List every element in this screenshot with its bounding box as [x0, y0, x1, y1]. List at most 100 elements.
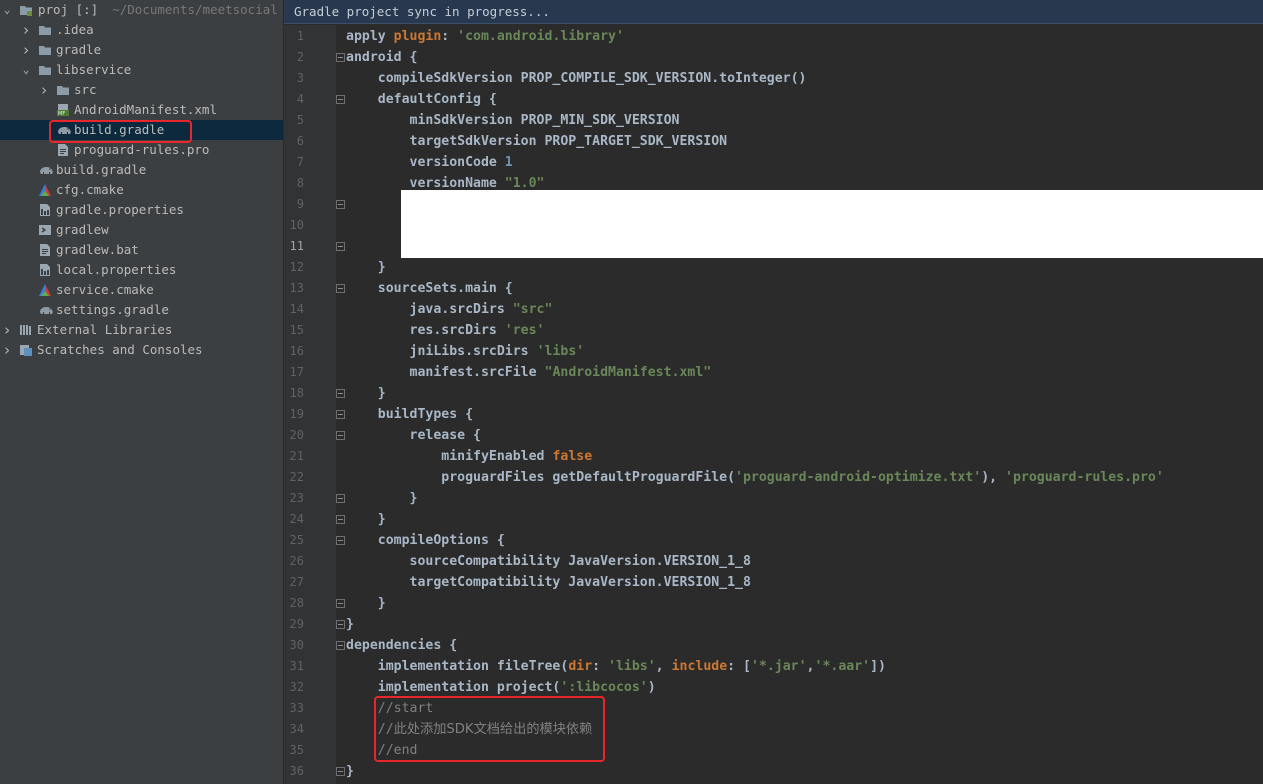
fold-marker-icon[interactable]: [336, 53, 345, 62]
fold-marker-icon[interactable]: [336, 431, 345, 440]
fold-marker-icon[interactable]: [336, 200, 345, 209]
code-line[interactable]: buildTypes {: [346, 404, 473, 425]
chevron-right-icon[interactable]: ›: [1, 340, 13, 360]
code-token: implementation project(: [346, 680, 561, 695]
code-line[interactable]: }: [346, 383, 386, 404]
code-token: }: [346, 491, 418, 506]
tree-item[interactable]: ⌄ libservice: [0, 60, 283, 80]
fold-marker-icon[interactable]: [336, 494, 345, 503]
code-line[interactable]: android {: [346, 47, 417, 68]
folder-icon: [38, 23, 52, 37]
code-token: }: [346, 386, 386, 401]
code-line[interactable]: dependencies {: [346, 635, 457, 656]
fold-marker-icon[interactable]: [336, 389, 345, 398]
tree-item[interactable]: › src: [0, 80, 283, 100]
code-token: dependencies {: [346, 638, 458, 653]
code-token: ]): [870, 659, 886, 674]
fold-marker-icon[interactable]: [336, 95, 345, 104]
code-line[interactable]: }: [346, 614, 354, 635]
line-number: 34: [289, 722, 304, 736]
code-line[interactable]: }: [346, 488, 418, 509]
code-token: '*.jar': [750, 659, 807, 674]
tree-item-label: libservice: [56, 62, 132, 77]
code-line[interactable]: release {: [346, 425, 481, 446]
tree-item[interactable]: › gradle: [0, 40, 283, 60]
tree-item[interactable]: gradlew.bat: [0, 240, 283, 260]
gradle-sync-notice: Gradle project sync in progress...: [284, 0, 1263, 24]
code-line[interactable]: sourceCompatibility JavaVersion.VERSION_…: [346, 551, 751, 572]
tree-item-label: .idea: [56, 22, 94, 37]
tree-root-path: ~/Documents/meetsocial: [112, 2, 278, 17]
fold-marker-icon[interactable]: [336, 599, 345, 608]
code-line[interactable]: versionCode 1: [346, 152, 513, 173]
code-line[interactable]: res.srcDirs 'res': [346, 320, 545, 341]
code-line[interactable]: apply plugin: 'com.android.library': [346, 26, 624, 47]
tree-item[interactable]: proguard-rules.pro: [0, 140, 283, 160]
line-number: 10: [289, 218, 304, 232]
line-number: 14: [289, 302, 304, 316]
tree-item[interactable]: › Scratches and Consoles: [0, 340, 283, 360]
code-token: java.srcDirs: [346, 302, 513, 317]
code-line[interactable]: sourceSets.main {: [346, 278, 513, 299]
tree-item[interactable]: › External Libraries: [0, 320, 283, 340]
code-line[interactable]: }: [346, 593, 386, 614]
chevron-down-icon[interactable]: ⌄: [20, 60, 32, 80]
tree-item[interactable]: settings.gradle: [0, 300, 283, 320]
chevron-down-icon[interactable]: ⌄: [1, 0, 13, 20]
code-line[interactable]: compileOptions {: [346, 530, 505, 551]
code-line[interactable]: targetSdkVersion PROP_TARGET_SDK_VERSION: [346, 131, 728, 152]
code-token: proguardFiles getDefaultProguardFile(: [346, 470, 736, 485]
code-token: }: [346, 596, 386, 611]
code-token: ): [647, 680, 656, 695]
chevron-right-icon[interactable]: ›: [1, 320, 13, 340]
fold-marker-icon[interactable]: [336, 284, 345, 293]
code-line[interactable]: minSdkVersion PROP_MIN_SDK_VERSION: [346, 110, 680, 131]
code-line[interactable]: implementation fileTree(dir: 'libs', inc…: [346, 656, 886, 677]
tree-root-label: proj [:]: [38, 2, 99, 17]
line-number: 18: [289, 386, 304, 400]
code-token: ),: [981, 470, 1006, 485]
tree-item-label: Scratches and Consoles: [37, 342, 203, 357]
code-line[interactable]: }: [346, 761, 354, 782]
fold-marker-icon[interactable]: [336, 515, 345, 524]
code-line[interactable]: manifest.srcFile "AndroidManifest.xml": [346, 362, 712, 383]
tree-root-proj[interactable]: ⌄ proj [:] ~/Documents/meetsocial: [0, 0, 283, 20]
code-token: android {: [346, 50, 418, 65]
chevron-right-icon[interactable]: ›: [20, 20, 32, 40]
chevron-right-icon[interactable]: ›: [38, 80, 50, 100]
tree-item[interactable]: service.cmake: [0, 280, 283, 300]
code-token: 'com.android.library': [457, 29, 624, 44]
code-token: ':libcocos': [560, 680, 648, 695]
code-line[interactable]: }: [346, 509, 386, 530]
fold-marker-icon[interactable]: [336, 242, 345, 251]
line-number: 13: [289, 281, 304, 295]
fold-marker-icon[interactable]: [336, 641, 345, 650]
code-line[interactable]: java.srcDirs "src": [346, 299, 553, 320]
chevron-right-icon[interactable]: ›: [20, 40, 32, 60]
code-line[interactable]: compileSdkVersion PROP_COMPILE_SDK_VERSI…: [346, 68, 807, 89]
tree-item[interactable]: gradlew: [0, 220, 283, 240]
code-line[interactable]: }: [346, 257, 386, 278]
code-line[interactable]: minifyEnabled false: [346, 446, 592, 467]
library-icon: [19, 323, 33, 337]
code-token: manifest.srcFile: [346, 365, 545, 380]
code-line[interactable]: proguardFiles getDefaultProguardFile('pr…: [346, 467, 1164, 488]
fold-marker-icon[interactable]: [336, 536, 345, 545]
code-token: defaultConfig {: [346, 92, 497, 107]
tree-item[interactable]: build.gradle: [0, 160, 283, 180]
code-token: jniLibs.srcDirs: [346, 344, 537, 359]
fold-marker-icon[interactable]: [336, 767, 345, 776]
tree-item[interactable]: › .idea: [0, 20, 283, 40]
code-token: compileOptions {: [346, 533, 505, 548]
fold-marker-icon[interactable]: [336, 620, 345, 629]
tree-item[interactable]: MF AndroidManifest.xml: [0, 100, 283, 120]
tree-item[interactable]: cfg.cmake: [0, 180, 283, 200]
fold-marker-icon[interactable]: [336, 410, 345, 419]
code-line[interactable]: defaultConfig {: [346, 89, 497, 110]
code-line[interactable]: targetCompatibility JavaVersion.VERSION_…: [346, 572, 751, 593]
code-token: }: [346, 764, 354, 779]
code-line[interactable]: jniLibs.srcDirs 'libs': [346, 341, 585, 362]
code-line[interactable]: implementation project(':libcocos'): [346, 677, 656, 698]
tree-item[interactable]: gradle.properties: [0, 200, 283, 220]
tree-item[interactable]: local.properties: [0, 260, 283, 280]
